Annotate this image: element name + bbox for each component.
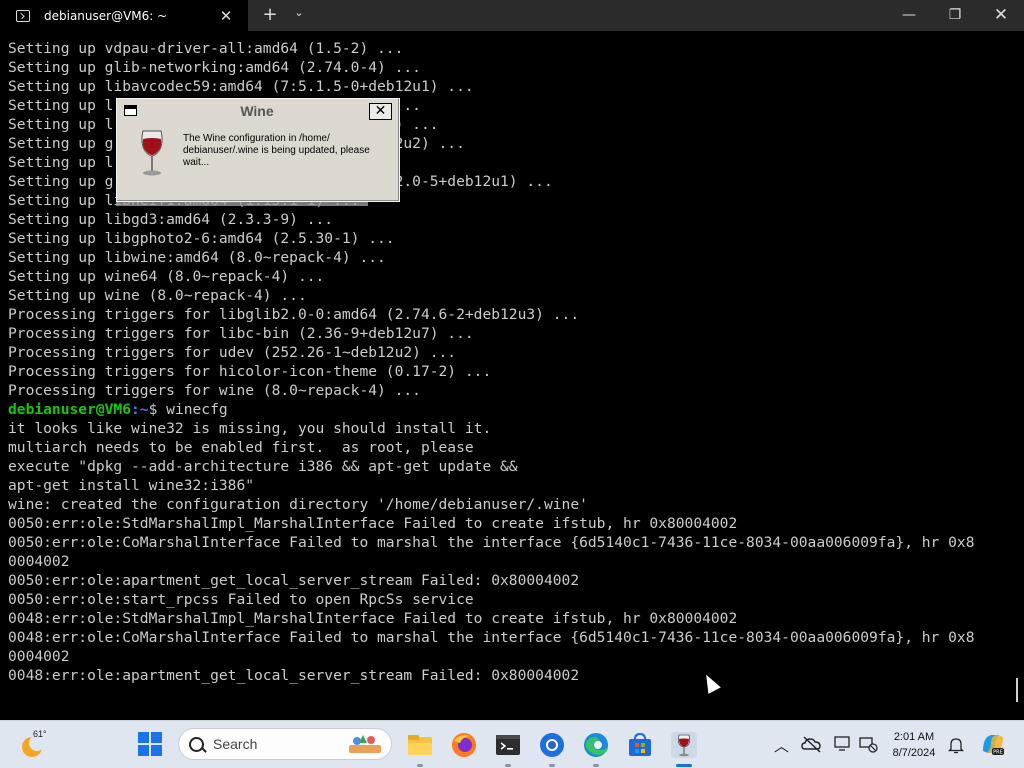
- terminal-tab[interactable]: debianuser@VM6: ~ ✕: [0, 0, 248, 31]
- terminal-line: Setting up vdpau-driver-all:amd64 (1.5-2…: [8, 40, 404, 57]
- maximize-button[interactable]: ❐: [932, 0, 978, 31]
- start-logo-tile: [151, 732, 162, 743]
- wine-dialog-close-button[interactable]: ✕: [369, 103, 392, 120]
- terminal-line: Setting up glib-networking:amd64 (2.74.0…: [8, 59, 421, 76]
- terminal-line: 0050:err:ole:CoMarshalInterface Failed t…: [8, 534, 975, 551]
- start-logo-tile: [138, 732, 149, 743]
- app-running-indicator: [417, 764, 423, 767]
- weather-temperature[interactable]: 61°: [33, 729, 47, 739]
- app-running-indicator: [505, 764, 511, 767]
- search-icon: [189, 737, 204, 752]
- terminal-line: 0048:err:ole:CoMarshalInterface Failed t…: [8, 629, 975, 646]
- terminal-line: Setting up libgd3:amd64 (2.3.3-9) ...: [8, 211, 334, 228]
- terminal-line: 0050:err:ole:start_rpcss Failed to open …: [8, 591, 474, 608]
- system-clock[interactable]: 2:01 AM 8/7/2024: [882, 729, 946, 761]
- terminal-line: Setting up libwine:amd64 (8.0~repack-4) …: [8, 249, 386, 266]
- terminal-line: Processing triggers for libglib2.0-0:amd…: [8, 306, 580, 323]
- scrollbar-thumb[interactable]: [1016, 678, 1018, 702]
- wine-dialog: Wine ✕ The Wine configuration in /home/ …: [116, 98, 400, 202]
- prompt-path: :~: [131, 401, 149, 418]
- terminal-line: 0050:err:ole:StdMarshalImpl_MarshalInter…: [8, 515, 738, 532]
- wine-icon[interactable]: [670, 731, 698, 759]
- clock-time: 2:01 AM: [893, 731, 935, 743]
- terminal-line: 0048:err:ole:apartment_get_local_server_…: [8, 667, 580, 684]
- start-button[interactable]: [138, 732, 162, 756]
- terminal-line: it looks like wine32 is missing, you sho…: [8, 420, 492, 437]
- start-logo-tile: [138, 745, 149, 756]
- wine-dialog-title: Wine: [240, 103, 274, 119]
- firefox-icon[interactable]: [450, 731, 478, 759]
- terminal-line: 0048:err:ole:StdMarshalImpl_MarshalInter…: [8, 610, 738, 627]
- terminal-line: Processing triggers for hicolor-icon-the…: [8, 363, 492, 380]
- file-explorer-icon[interactable]: [406, 731, 434, 759]
- wine-dialog-titlebar[interactable]: Wine ✕: [119, 101, 395, 121]
- terminal-line: Setting up libavcodec59:amd64 (7:5.1.5-0…: [8, 78, 474, 95]
- terminal-line: Setting up libgphoto2-6:amd64 (2.5.30-1)…: [8, 230, 395, 247]
- new-tab-button[interactable]: +: [260, 4, 280, 25]
- terminal-line: 0004002: [8, 553, 70, 570]
- prompt-command: $ winecfg: [148, 401, 228, 418]
- tab-dropdown-button[interactable]: ⌄: [290, 6, 308, 19]
- terminal-line: apt-get install wine32:i386": [8, 477, 255, 494]
- terminal-line: Processing triggers for wine (8.0~repack…: [8, 382, 421, 399]
- svg-text:PRE: PRE: [993, 750, 1003, 756]
- title-bar: debianuser@VM6: ~ ✕ + ⌄ — ❐ ✕: [0, 0, 1024, 31]
- app-running-indicator: [593, 764, 599, 767]
- terminal-line: wine: created the configuration director…: [8, 496, 588, 513]
- terminal-line: multiarch needs to be enabled first. as …: [8, 439, 474, 456]
- taskbar: 61° Search ︿ 2:01 AM 8/7/2024 PRE: [0, 720, 1024, 768]
- wine-dialog-message: The Wine configuration in /home/ debianu…: [183, 133, 370, 168]
- terminal-line: Setting up wine64 (8.0~repack-4) ...: [8, 268, 325, 285]
- search-highlight-icon: [349, 735, 381, 753]
- minimize-button[interactable]: —: [886, 0, 932, 31]
- terminal-line: execute "dpkg --add-architecture i386 &&…: [8, 458, 518, 475]
- app-running-indicator: [549, 764, 555, 767]
- tab-title: debianuser@VM6: ~: [44, 8, 168, 23]
- terminal-line: 0004002: [8, 648, 70, 665]
- close-window-button[interactable]: ✕: [978, 0, 1024, 31]
- store-icon[interactable]: [626, 731, 654, 759]
- terminal-line: Processing triggers for udev (252.26-1~d…: [8, 344, 457, 361]
- terminal-line: Setting up wine (8.0~repack-4) ...: [8, 287, 307, 304]
- chevron-up-icon[interactable]: ︿: [774, 735, 789, 756]
- copilot-icon[interactable]: PRE: [980, 731, 1006, 757]
- wine-glass-icon: [141, 130, 163, 176]
- clock-date: 8/7/2024: [892, 747, 936, 759]
- network-icon[interactable]: [858, 735, 878, 753]
- terminal-prompt-line: debianuser@VM6:~$ winecfg: [8, 400, 1012, 419]
- chrome-icon[interactable]: [538, 731, 566, 759]
- terminal-line: Processing triggers for libc-bin (2.36-9…: [8, 325, 474, 342]
- terminal-icon[interactable]: [494, 731, 522, 759]
- taskbar-search[interactable]: Search: [178, 728, 392, 760]
- tab-close-button[interactable]: ✕: [214, 7, 238, 25]
- app-active-indicator: [676, 764, 692, 767]
- notification-bell-icon[interactable]: [948, 736, 964, 754]
- terminal-line: 0050:err:ole:apartment_get_local_server_…: [8, 572, 580, 589]
- display-icon[interactable]: [834, 735, 852, 753]
- edge-icon[interactable]: [582, 731, 610, 759]
- search-placeholder: Search: [213, 736, 258, 752]
- terminal-tab-icon: [16, 9, 30, 22]
- prompt-user: debianuser@VM6: [8, 401, 132, 418]
- start-logo-tile: [151, 745, 162, 756]
- onedrive-icon[interactable]: [801, 734, 823, 754]
